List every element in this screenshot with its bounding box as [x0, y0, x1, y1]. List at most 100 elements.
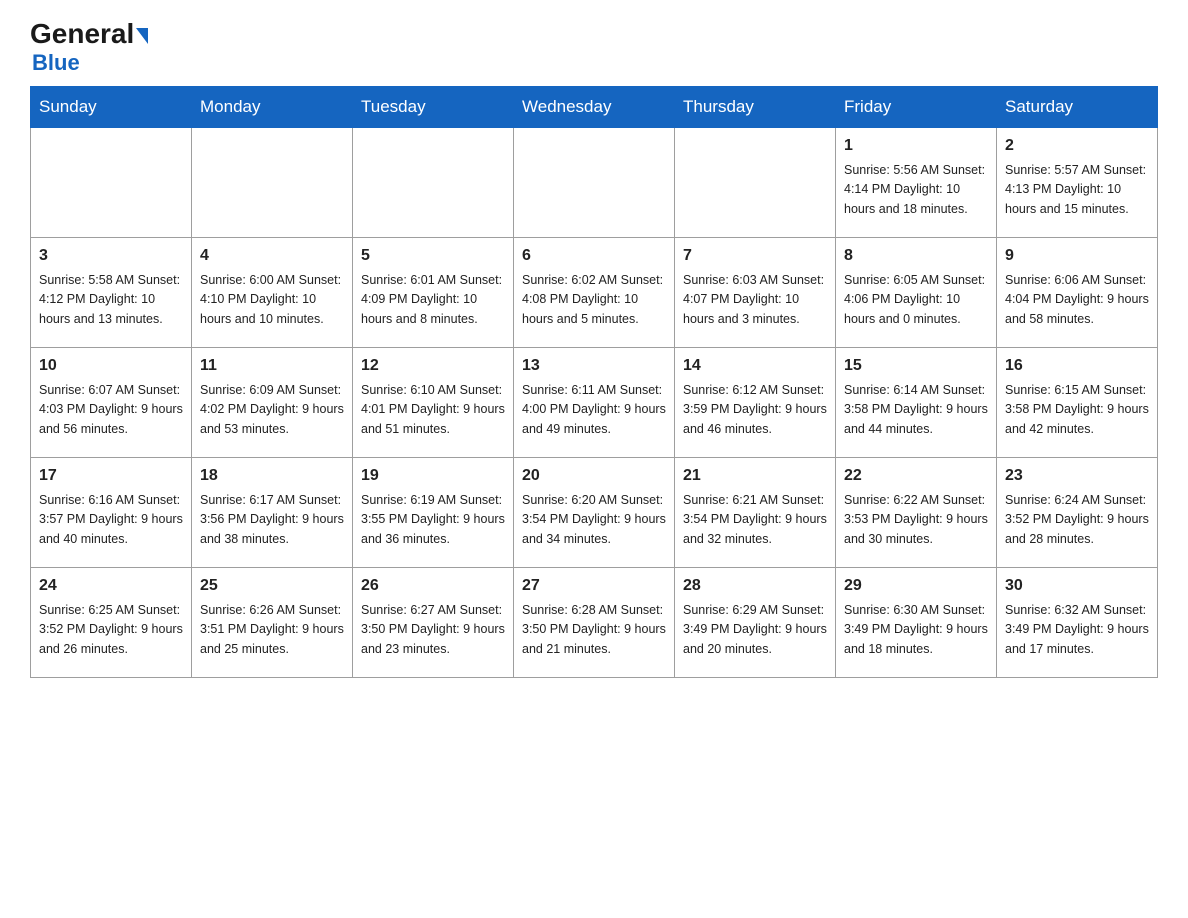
day-number: 17 [39, 464, 183, 488]
day-info: Sunrise: 6:02 AM Sunset: 4:08 PM Dayligh… [522, 271, 666, 329]
day-info: Sunrise: 6:19 AM Sunset: 3:55 PM Dayligh… [361, 491, 505, 549]
day-number: 9 [1005, 244, 1149, 268]
day-info: Sunrise: 6:15 AM Sunset: 3:58 PM Dayligh… [1005, 381, 1149, 439]
day-number: 6 [522, 244, 666, 268]
calendar-cell: 21 Sunrise: 6:21 AM Sunset: 3:54 PM Dayli… [675, 458, 836, 568]
day-info: Sunrise: 6:12 AM Sunset: 3:59 PM Dayligh… [683, 381, 827, 439]
day-info: Sunrise: 5:57 AM Sunset: 4:13 PM Dayligh… [1005, 161, 1149, 219]
day-number: 11 [200, 354, 344, 378]
day-number: 3 [39, 244, 183, 268]
calendar-table: SundayMondayTuesdayWednesdayThursdayFrid… [30, 86, 1158, 678]
day-info: Sunrise: 6:27 AM Sunset: 3:50 PM Dayligh… [361, 601, 505, 659]
calendar-cell: 5Sunrise: 6:01 AM Sunset: 4:09 PM Daylig… [353, 238, 514, 348]
day-info: Sunrise: 6:05 AM Sunset: 4:06 PM Dayligh… [844, 271, 988, 329]
weekday-header-tuesday: Tuesday [353, 87, 514, 128]
calendar-cell: 23Sunrise: 6:24 AM Sunset: 3:52 PM Dayli… [997, 458, 1158, 568]
page-header: General Blue [30, 20, 1158, 76]
day-number: 20 [522, 464, 666, 488]
day-info: Sunrise: 6:09 AM Sunset: 4:02 PM Dayligh… [200, 381, 344, 439]
weekday-header-row: SundayMondayTuesdayWednesdayThursdayFrid… [31, 87, 1158, 128]
day-info: Sunrise: 6:29 AM Sunset: 3:49 PM Dayligh… [683, 601, 827, 659]
calendar-cell: 28 Sunrise: 6:29 AM Sunset: 3:49 PM Dayli… [675, 568, 836, 678]
day-number: 7 [683, 244, 827, 268]
logo-blue-text: Blue [30, 50, 80, 76]
day-info: Sunrise: 6:11 AM Sunset: 4:00 PM Dayligh… [522, 381, 666, 439]
day-info: Sunrise: 6:25 AM Sunset: 3:52 PM Dayligh… [39, 601, 183, 659]
day-info: Sunrise: 6:24 AM Sunset: 3:52 PM Dayligh… [1005, 491, 1149, 549]
calendar-cell: 26 Sunrise: 6:27 AM Sunset: 3:50 PM Dayli… [353, 568, 514, 678]
weekday-header-thursday: Thursday [675, 87, 836, 128]
day-number: 27 [522, 574, 666, 598]
calendar-cell: 14Sunrise: 6:12 AM Sunset: 3:59 PM Dayli… [675, 348, 836, 458]
calendar-cell [31, 128, 192, 238]
calendar-cell: 16 Sunrise: 6:15 AM Sunset: 3:58 PM Dayli… [997, 348, 1158, 458]
day-number: 26 [361, 574, 505, 598]
day-info: Sunrise: 6:00 AM Sunset: 4:10 PM Dayligh… [200, 271, 344, 329]
calendar-week-row: 3 Sunrise: 5:58 AM Sunset: 4:12 PM Daylig… [31, 238, 1158, 348]
weekday-header-friday: Friday [836, 87, 997, 128]
calendar-cell: 6 Sunrise: 6:02 AM Sunset: 4:08 PM Daylig… [514, 238, 675, 348]
day-number: 2 [1005, 134, 1149, 158]
calendar-cell: 27 Sunrise: 6:28 AM Sunset: 3:50 PM Dayli… [514, 568, 675, 678]
logo: General Blue [30, 20, 148, 76]
day-info: Sunrise: 6:14 AM Sunset: 3:58 PM Dayligh… [844, 381, 988, 439]
day-info: Sunrise: 6:20 AM Sunset: 3:54 PM Dayligh… [522, 491, 666, 549]
calendar-week-row: 10 Sunrise: 6:07 AM Sunset: 4:03 PM Dayli… [31, 348, 1158, 458]
calendar-cell: 17 Sunrise: 6:16 AM Sunset: 3:57 PM Dayli… [31, 458, 192, 568]
day-number: 24 [39, 574, 183, 598]
calendar-week-row: 24 Sunrise: 6:25 AM Sunset: 3:52 PM Dayli… [31, 568, 1158, 678]
day-number: 30 [1005, 574, 1149, 598]
calendar-week-row: 17 Sunrise: 6:16 AM Sunset: 3:57 PM Dayli… [31, 458, 1158, 568]
calendar-cell [675, 128, 836, 238]
calendar-cell: 4 Sunrise: 6:00 AM Sunset: 4:10 PM Daylig… [192, 238, 353, 348]
day-info: Sunrise: 5:58 AM Sunset: 4:12 PM Dayligh… [39, 271, 183, 329]
calendar-cell: 24 Sunrise: 6:25 AM Sunset: 3:52 PM Dayli… [31, 568, 192, 678]
day-number: 19 [361, 464, 505, 488]
calendar-cell: 2 Sunrise: 5:57 AM Sunset: 4:13 PM Daylig… [997, 128, 1158, 238]
day-number: 25 [200, 574, 344, 598]
calendar-cell: 11 Sunrise: 6:09 AM Sunset: 4:02 PM Dayli… [192, 348, 353, 458]
day-number: 8 [844, 244, 988, 268]
calendar-cell: 25 Sunrise: 6:26 AM Sunset: 3:51 PM Dayli… [192, 568, 353, 678]
day-info: Sunrise: 6:07 AM Sunset: 4:03 PM Dayligh… [39, 381, 183, 439]
day-info: Sunrise: 6:21 AM Sunset: 3:54 PM Dayligh… [683, 491, 827, 549]
calendar-cell [514, 128, 675, 238]
calendar-cell: 18Sunrise: 6:17 AM Sunset: 3:56 PM Dayli… [192, 458, 353, 568]
calendar-cell: 29 Sunrise: 6:30 AM Sunset: 3:49 PM Dayli… [836, 568, 997, 678]
day-number: 12 [361, 354, 505, 378]
calendar-cell: 8 Sunrise: 6:05 AM Sunset: 4:06 PM Daylig… [836, 238, 997, 348]
calendar-cell: 7 Sunrise: 6:03 AM Sunset: 4:07 PM Daylig… [675, 238, 836, 348]
calendar-cell [192, 128, 353, 238]
day-number: 29 [844, 574, 988, 598]
weekday-header-saturday: Saturday [997, 87, 1158, 128]
day-info: Sunrise: 6:26 AM Sunset: 3:51 PM Dayligh… [200, 601, 344, 659]
calendar-cell: 9 Sunrise: 6:06 AM Sunset: 4:04 PM Daylig… [997, 238, 1158, 348]
day-number: 15 [844, 354, 988, 378]
day-number: 21 [683, 464, 827, 488]
calendar-cell: 15 Sunrise: 6:14 AM Sunset: 3:58 PM Dayli… [836, 348, 997, 458]
day-info: Sunrise: 6:30 AM Sunset: 3:49 PM Dayligh… [844, 601, 988, 659]
logo-general-text: General [30, 20, 148, 48]
day-info: Sunrise: 6:28 AM Sunset: 3:50 PM Dayligh… [522, 601, 666, 659]
calendar-body: 1 Sunrise: 5:56 AM Sunset: 4:14 PM Daylig… [31, 128, 1158, 678]
day-number: 4 [200, 244, 344, 268]
weekday-header-wednesday: Wednesday [514, 87, 675, 128]
calendar-cell: 3 Sunrise: 5:58 AM Sunset: 4:12 PM Daylig… [31, 238, 192, 348]
calendar-cell [353, 128, 514, 238]
day-number: 16 [1005, 354, 1149, 378]
day-number: 5 [361, 244, 505, 268]
calendar-cell: 1 Sunrise: 5:56 AM Sunset: 4:14 PM Daylig… [836, 128, 997, 238]
weekday-header-sunday: Sunday [31, 87, 192, 128]
day-number: 28 [683, 574, 827, 598]
day-info: Sunrise: 6:32 AM Sunset: 3:49 PM Dayligh… [1005, 601, 1149, 659]
calendar-cell: 30 Sunrise: 6:32 AM Sunset: 3:49 PM Dayli… [997, 568, 1158, 678]
day-info: Sunrise: 6:06 AM Sunset: 4:04 PM Dayligh… [1005, 271, 1149, 329]
day-info: Sunrise: 6:16 AM Sunset: 3:57 PM Dayligh… [39, 491, 183, 549]
calendar-cell: 10 Sunrise: 6:07 AM Sunset: 4:03 PM Dayli… [31, 348, 192, 458]
weekday-header-monday: Monday [192, 87, 353, 128]
day-info: Sunrise: 6:03 AM Sunset: 4:07 PM Dayligh… [683, 271, 827, 329]
day-number: 1 [844, 134, 988, 158]
day-number: 10 [39, 354, 183, 378]
day-info: Sunrise: 5:56 AM Sunset: 4:14 PM Dayligh… [844, 161, 988, 219]
calendar-cell: 22Sunrise: 6:22 AM Sunset: 3:53 PM Dayli… [836, 458, 997, 568]
